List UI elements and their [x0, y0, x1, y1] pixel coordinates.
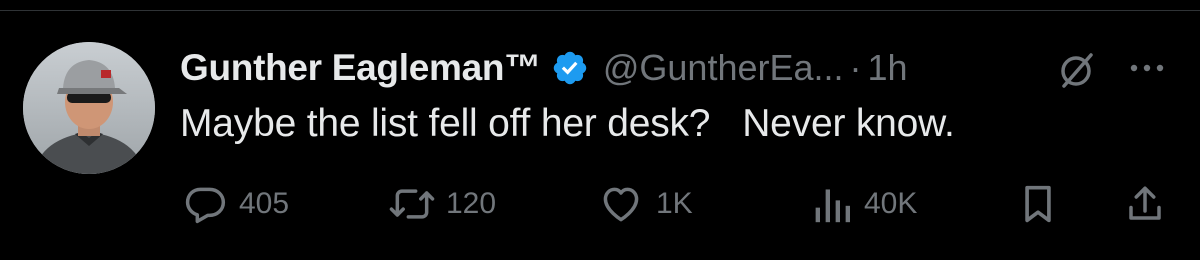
- like-button[interactable]: 1K: [598, 180, 693, 228]
- reply-icon: [183, 182, 227, 226]
- like-count: 1K: [656, 187, 693, 220]
- retweet-count: 120: [446, 187, 497, 220]
- avatar-photo: [23, 42, 155, 174]
- bookmark-button[interactable]: [1018, 180, 1058, 228]
- retweet-icon: [386, 182, 438, 226]
- share-button[interactable]: [1124, 180, 1166, 228]
- heart-icon: [598, 182, 644, 226]
- retweet-button[interactable]: 120: [386, 180, 496, 228]
- more-icon[interactable]: [1125, 56, 1169, 80]
- tweet-text: Maybe the list fell off her desk? Never …: [180, 102, 955, 145]
- avatar[interactable]: [23, 42, 155, 174]
- share-icon: [1124, 182, 1166, 226]
- separator-dot: ·: [849, 47, 862, 88]
- tweet-header: Gunther Eagleman™ @GuntherEa... · 1h: [180, 40, 908, 96]
- views-icon: [812, 182, 852, 226]
- display-name[interactable]: Gunther Eagleman™: [180, 47, 541, 89]
- bookmark-icon: [1018, 182, 1058, 226]
- reply-button[interactable]: 405: [183, 180, 289, 228]
- views-button[interactable]: 40K: [812, 180, 917, 228]
- reply-count: 405: [239, 187, 290, 220]
- grok-icon[interactable]: [1055, 48, 1099, 92]
- top-divider: [0, 10, 1200, 11]
- timestamp[interactable]: 1h: [868, 47, 908, 89]
- author-handle[interactable]: @GuntherEa...: [603, 47, 844, 89]
- verified-badge-icon: [551, 49, 589, 87]
- views-count: 40K: [864, 187, 918, 220]
